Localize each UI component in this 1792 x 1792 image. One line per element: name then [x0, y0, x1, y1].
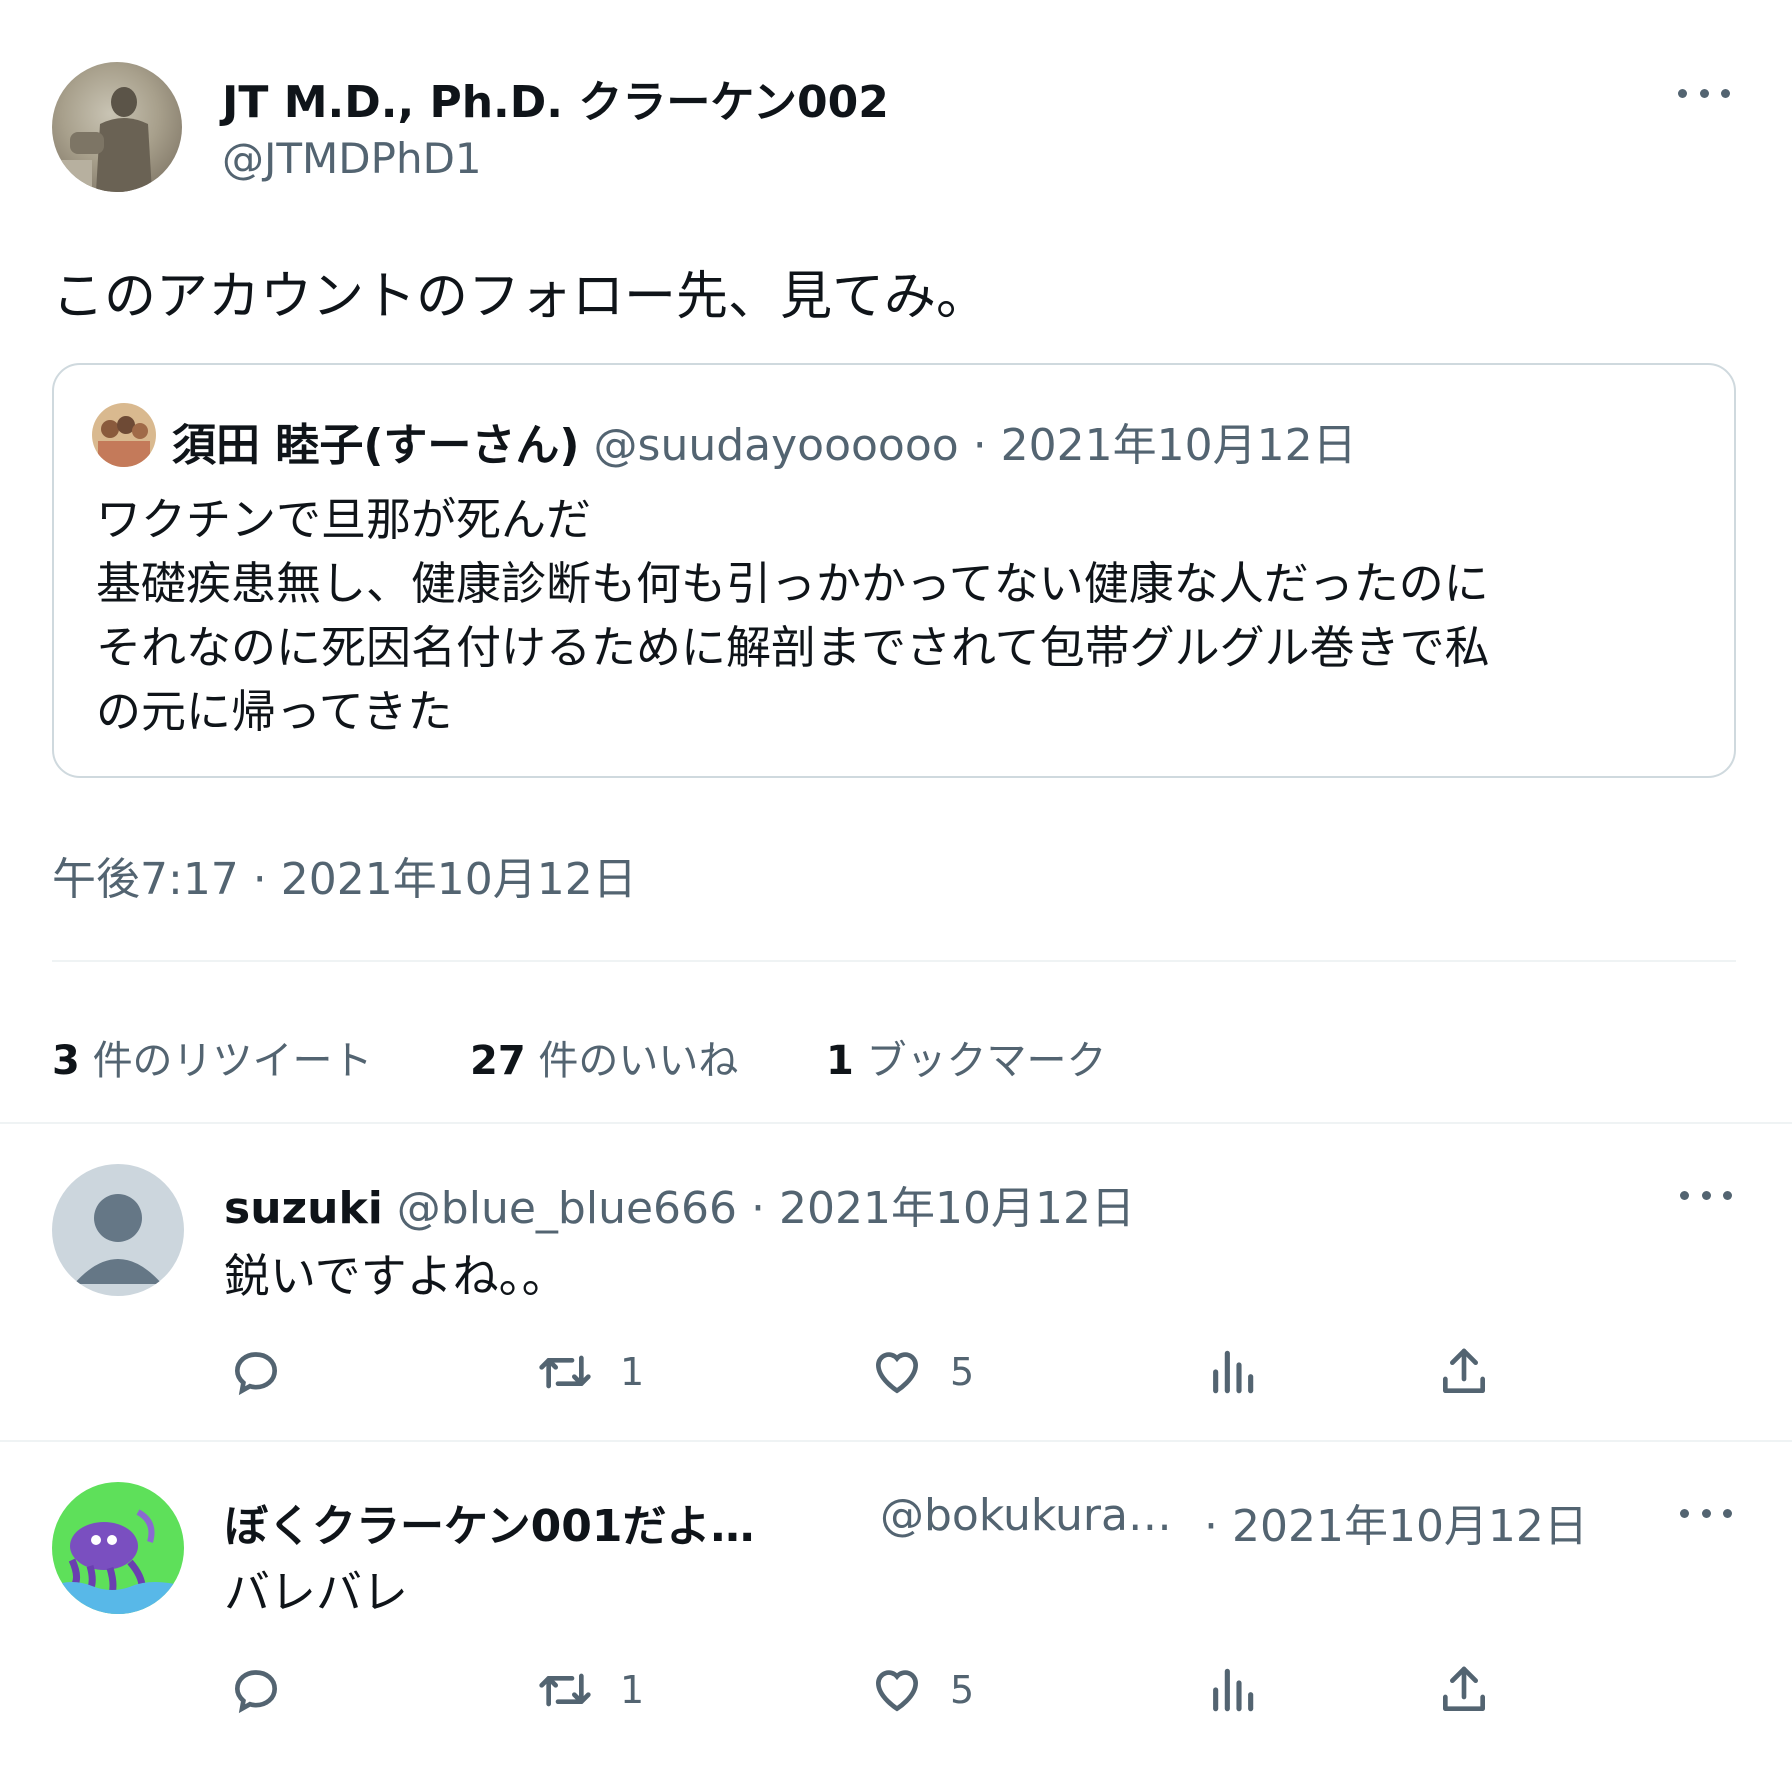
divider [52, 960, 1736, 962]
views-icon [1213, 1350, 1254, 1394]
more-icon[interactable] [1676, 1180, 1736, 1210]
likes-stat[interactable]: 27 件のいいね [470, 1028, 738, 1086]
reply-display-name[interactable]: ぼくクラーケン001だよ… [224, 1490, 755, 1554]
reply-icon [234, 1670, 278, 1714]
retweet-count: 1 [620, 1668, 645, 1712]
quoted-date: · 2021年10月12日 [972, 420, 1357, 471]
quoted-text-line: の元に帰ってきた [96, 685, 453, 738]
retweet-count: 1 [620, 1350, 645, 1394]
retweets-label: 件のリツイート [92, 1038, 373, 1084]
like-icon [875, 1352, 919, 1394]
reply-avatar[interactable] [52, 1482, 184, 1614]
quoted-display-name: 須田 睦子(すーさん) [172, 420, 580, 471]
like-count: 5 [950, 1668, 975, 1712]
divider [0, 1440, 1792, 1442]
share-button[interactable] [1436, 1662, 1492, 1718]
share-icon [1443, 1348, 1485, 1393]
bookmarks-label: ブックマーク [866, 1038, 1107, 1084]
views-icon [1213, 1668, 1254, 1712]
retweet-button[interactable]: 1 [534, 1344, 644, 1400]
quoted-text-line: ワクチンで旦那が死んだ [96, 493, 592, 546]
reply-icon [234, 1352, 278, 1396]
quoted-handle: @suudayoooooo [593, 420, 959, 471]
reply-handle[interactable]: @bokukura… [880, 1490, 1172, 1541]
like-button[interactable]: 5 [868, 1344, 974, 1400]
retweets-count: 3 [52, 1038, 80, 1084]
quoted-text-line: それなのに死因名付けるために解剖までされて包帯グルグル巻きで私 [96, 621, 1490, 674]
reply-date[interactable]: · 2021年10月12日 [751, 1183, 1135, 1234]
views-button[interactable] [1204, 1344, 1260, 1400]
like-count: 5 [950, 1350, 975, 1394]
more-icon[interactable] [1676, 1498, 1736, 1528]
author-handle[interactable]: @JTMDPhD1 [222, 134, 482, 183]
share-icon [1443, 1666, 1485, 1711]
author-avatar[interactable] [52, 62, 182, 192]
tweet-timestamp[interactable]: 午後7:17 · 2021年10月12日 [52, 843, 637, 907]
quoted-header: 須田 睦子(すーさん) @suudayoooooo · 2021年10月12日 [172, 409, 1357, 473]
more-icon[interactable] [1674, 78, 1734, 108]
quoted-author-avatar [92, 403, 156, 467]
retweets-stat[interactable]: 3 件のリツイート [52, 1028, 373, 1086]
share-button[interactable] [1436, 1344, 1492, 1400]
retweet-icon [539, 1673, 591, 1707]
retweet-button[interactable]: 1 [534, 1662, 644, 1718]
author-display-name[interactable]: JT M.D., Ph.D. クラーケン002 [222, 66, 889, 130]
reply-display-name[interactable]: suzuki [224, 1183, 383, 1234]
likes-label: 件のいいね [538, 1038, 739, 1084]
reply-text: バレバレ [224, 1565, 408, 1619]
quoted-tweet-card[interactable]: 須田 睦子(すーさん) @suudayoooooo · 2021年10月12日 … [52, 363, 1736, 778]
bookmarks-stat[interactable]: 1 ブックマーク [826, 1028, 1107, 1086]
reply-avatar[interactable] [52, 1164, 184, 1296]
likes-count: 27 [470, 1038, 526, 1084]
reply-button[interactable] [228, 1662, 284, 1718]
divider [0, 1122, 1792, 1124]
bookmarks-count: 1 [826, 1038, 854, 1084]
reply-button[interactable] [228, 1344, 284, 1400]
reply-text: 鋭いですよね。。 [224, 1249, 568, 1303]
quoted-text-line: 基礎疾患無し、健康診断も何も引っかかってない健康な人だったのに [96, 557, 1489, 610]
reply-date[interactable]: · 2021年10月12日 [1204, 1490, 1588, 1554]
views-button[interactable] [1204, 1662, 1260, 1718]
reply-handle[interactable]: @blue_blue666 [397, 1183, 737, 1234]
like-button[interactable]: 5 [868, 1662, 974, 1718]
retweet-icon [539, 1355, 591, 1389]
tweet-text: このアカウントのフォロー先、見てみ。 [52, 267, 989, 327]
reply-header: suzuki @blue_blue666 · 2021年10月12日 [224, 1172, 1135, 1236]
like-icon [875, 1670, 919, 1712]
